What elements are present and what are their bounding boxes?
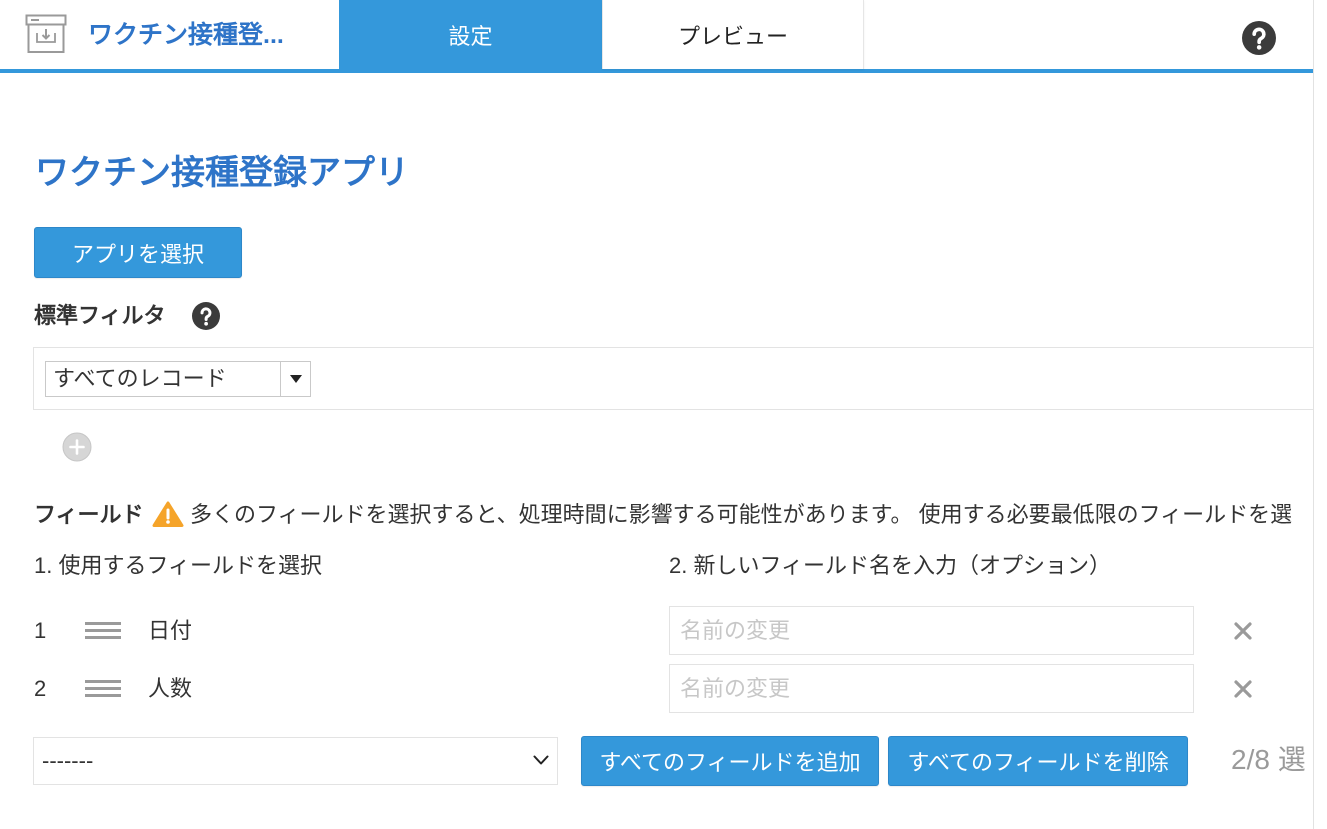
row-field-name: 日付 bbox=[148, 618, 193, 643]
add-all-fields-button[interactable]: すべてのフィールドを追加 bbox=[581, 736, 879, 786]
row-number: 1 bbox=[34, 618, 47, 643]
rename-field-input[interactable] bbox=[669, 606, 1194, 655]
close-icon[interactable] bbox=[1233, 679, 1253, 699]
fields-warning-text: 多くのフィールドを選択すると、処理時間に影響する可能性があります。 使用する必要… bbox=[190, 502, 1293, 527]
tab-settings-label: 設定 bbox=[448, 23, 493, 49]
remove-all-fields-button[interactable]: すべてのフィールドを削除 bbox=[888, 736, 1188, 786]
fields-label: フィールド bbox=[34, 502, 144, 527]
header-app-title: ワクチン接種登... bbox=[88, 21, 284, 49]
triangle-down-icon bbox=[280, 362, 310, 396]
tab-preview-label: プレビュー bbox=[677, 23, 788, 49]
tab-preview[interactable]: プレビュー bbox=[602, 0, 864, 69]
drag-handle-icon[interactable] bbox=[85, 680, 121, 697]
tab-settings[interactable]: 設定 bbox=[339, 0, 602, 69]
page-title: ワクチン接種登録アプリ bbox=[35, 154, 409, 192]
selection-count: 2/8 選 bbox=[1231, 744, 1306, 775]
app-download-icon bbox=[25, 14, 67, 54]
warning-icon bbox=[152, 500, 184, 528]
filter-help-icon[interactable] bbox=[192, 302, 220, 330]
add-field-select[interactable]: ------- bbox=[33, 737, 558, 785]
help-icon[interactable] bbox=[1242, 21, 1276, 55]
standard-filter-select[interactable]: すべてのレコード bbox=[45, 361, 311, 397]
standard-filter-box: すべてのレコード bbox=[33, 347, 1313, 410]
drag-handle-icon[interactable] bbox=[85, 622, 121, 639]
field-row: 2 人数 bbox=[0, 664, 1313, 713]
close-icon[interactable] bbox=[1233, 621, 1253, 641]
add-field-select-value: ------- bbox=[42, 748, 94, 773]
select-app-button[interactable]: アプリを選択 bbox=[34, 227, 242, 278]
field-row: 1 日付 bbox=[0, 606, 1313, 655]
plugin-settings-page: ワクチン接種登... 設定 プレビュー ワクチン接種登録アプリ アプリを選択 標… bbox=[0, 0, 1314, 829]
add-circle-icon[interactable] bbox=[62, 432, 92, 462]
column-heading-rename-fields: 2. 新しいフィールド名を入力（オプション） bbox=[669, 553, 1112, 578]
row-field-name: 人数 bbox=[148, 676, 193, 701]
column-heading-select-fields: 1. 使用するフィールドを選択 bbox=[34, 553, 323, 578]
standard-filter-select-value: すべてのレコード bbox=[53, 366, 227, 391]
chevron-down-icon bbox=[533, 755, 549, 766]
standard-filter-label: 標準フィルタ bbox=[34, 303, 166, 328]
row-number: 2 bbox=[34, 676, 47, 701]
header-bar: ワクチン接種登... 設定 プレビュー bbox=[0, 0, 1313, 73]
rename-field-input[interactable] bbox=[669, 664, 1194, 713]
